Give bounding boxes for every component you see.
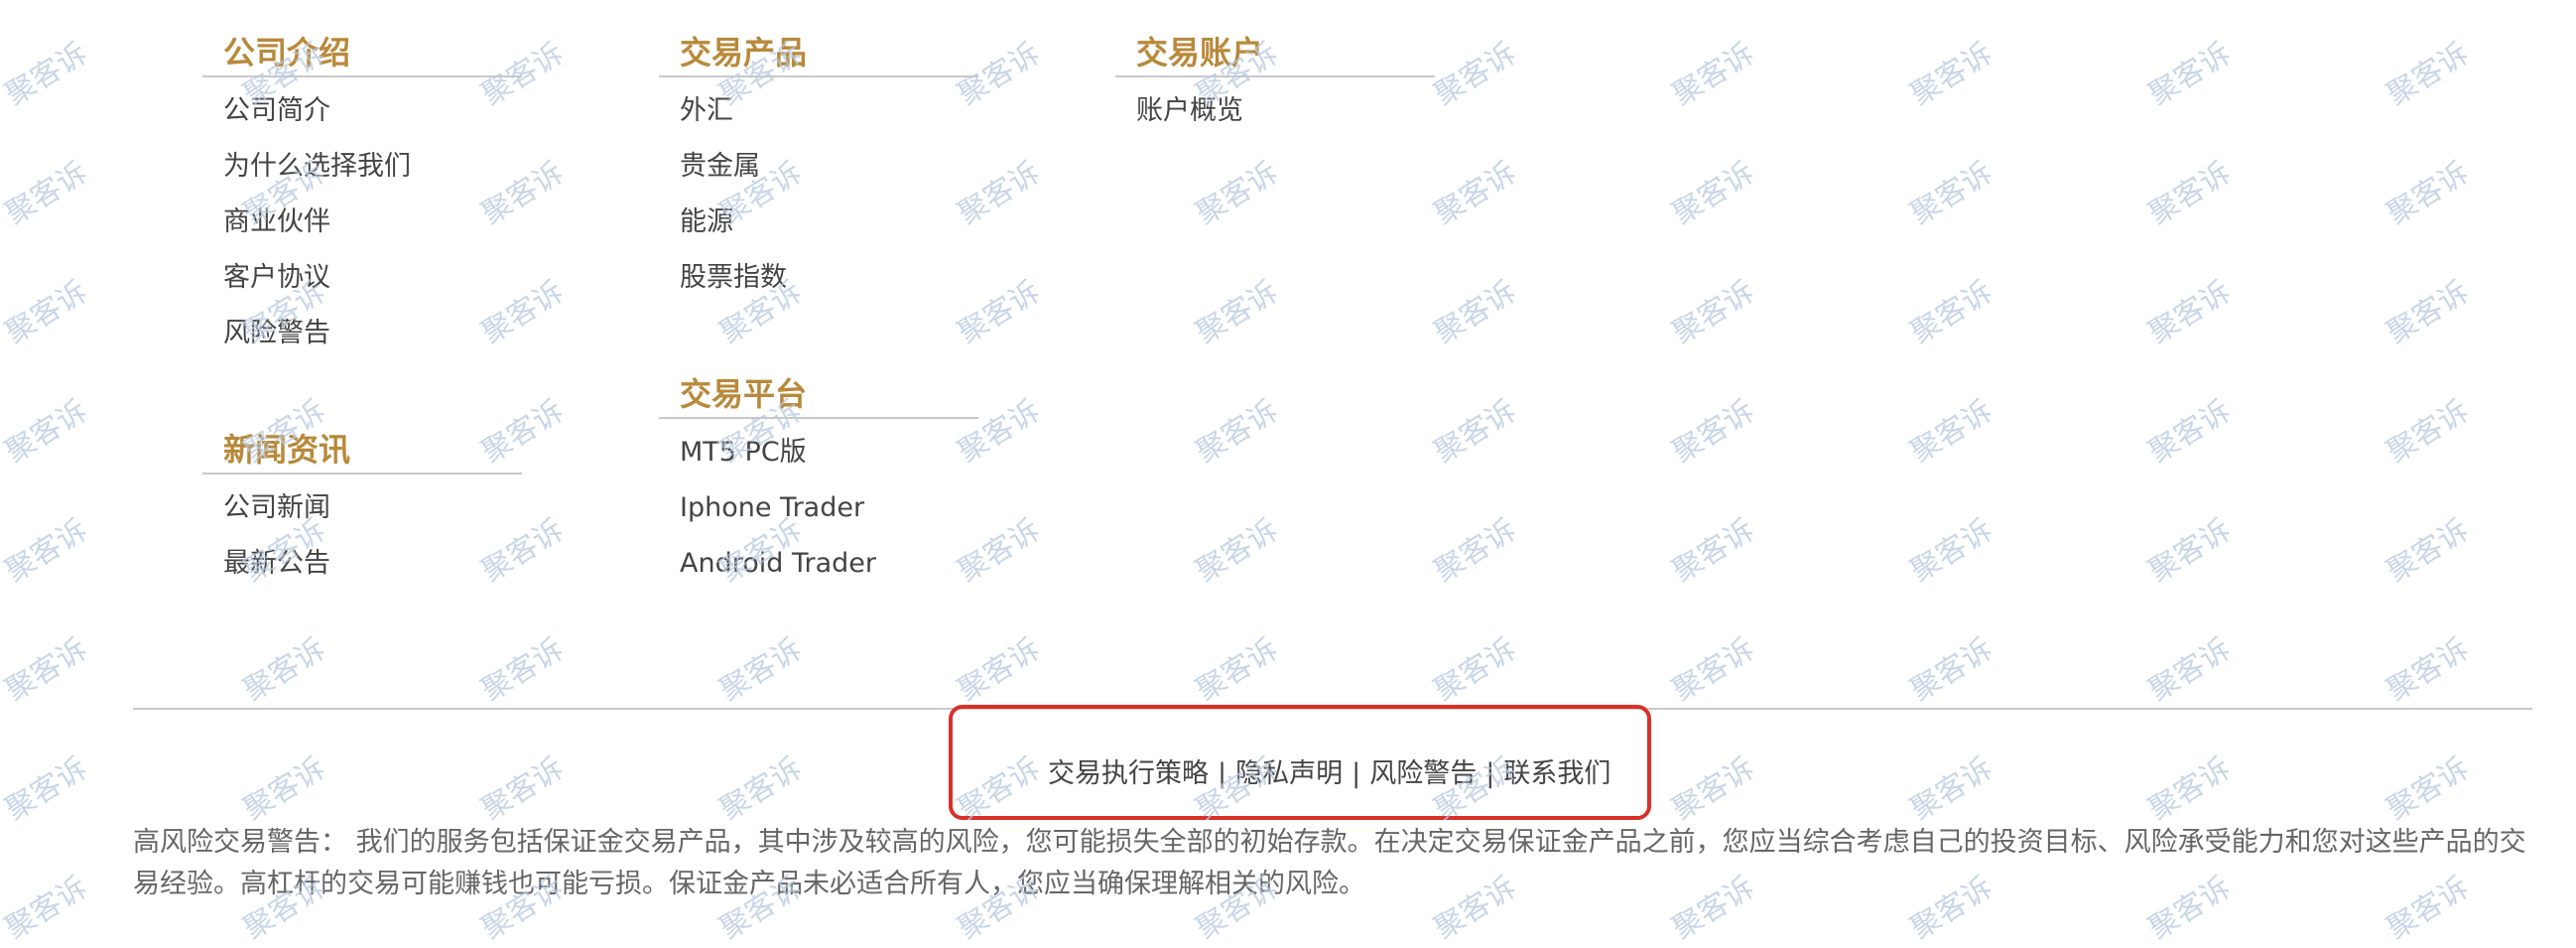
watermark-text: 聚客诉 [1666, 274, 1761, 351]
link-contact-us[interactable]: 联系我们 [1503, 758, 1610, 789]
link-business-partners[interactable]: 商业伙伴 [223, 195, 522, 250]
section-news: 新闻资讯 公司新闻 最新公告 [202, 425, 522, 592]
watermark-text: 聚客诉 [1904, 274, 1999, 351]
footer-column-accounts: 交易账户 账户概览 [1115, 28, 1435, 139]
watermark-text: 聚客诉 [1428, 36, 1523, 113]
watermark-text: 聚客诉 [1904, 631, 1999, 709]
watermark-text: 聚客诉 [1904, 750, 1999, 828]
watermark-text: 聚客诉 [2142, 36, 2238, 113]
watermark-text: 聚客诉 [237, 750, 332, 828]
watermark-text: 聚客诉 [1904, 393, 1999, 471]
link-separator: | [1218, 758, 1227, 789]
watermark-text: 聚客诉 [1904, 155, 1999, 232]
watermark-text: 聚客诉 [2381, 393, 2476, 471]
watermark-text: 聚客诉 [1666, 512, 1761, 590]
watermark-text: 聚客诉 [952, 631, 1047, 709]
watermark-text: 聚客诉 [0, 393, 94, 471]
watermark-text: 聚客诉 [2142, 631, 2238, 709]
watermark-text: 聚客诉 [1428, 274, 1523, 351]
watermark-text: 聚客诉 [1190, 512, 1285, 590]
watermark-text: 聚客诉 [2142, 155, 2238, 232]
watermark-text: 聚客诉 [1666, 631, 1761, 709]
link-latest-announcements[interactable]: 最新公告 [223, 536, 522, 592]
link-company-news[interactable]: 公司新闻 [223, 480, 522, 536]
section-title-company-intro: 公司介绍 [202, 28, 522, 77]
link-separator: | [1485, 758, 1495, 789]
risk-warning-text: 高风险交易警告： 我们的服务包括保证金交易产品，其中涉及较高的风险，您可能损失全… [133, 827, 2526, 899]
section-company-intro: 公司介绍 公司简介 为什么选择我们 商业伙伴 客户协议 风险警告 [202, 28, 522, 361]
section-title-trading-accounts: 交易账户 [1115, 28, 1435, 77]
watermark-text: 聚客诉 [2142, 750, 2238, 828]
watermark-text: 聚客诉 [0, 750, 94, 828]
watermark-text: 聚客诉 [1666, 750, 1761, 828]
watermark-text: 聚客诉 [1904, 512, 1999, 590]
section-title-news: 新闻资讯 [202, 425, 522, 474]
watermark-text: 聚客诉 [2142, 393, 2238, 471]
link-footer-risk-warning[interactable]: 风险警告 [1369, 758, 1477, 789]
watermark-text: 聚客诉 [1428, 631, 1523, 709]
footer-column-company: 公司介绍 公司简介 为什么选择我们 商业伙伴 客户协议 风险警告 新闻资讯 公司… [202, 28, 522, 592]
watermark-text: 聚客诉 [0, 155, 94, 232]
link-separator: | [1352, 758, 1361, 789]
watermark-text: 聚客诉 [1428, 393, 1523, 471]
watermark-text: 聚客诉 [1190, 393, 1285, 471]
footer-column-products: 交易产品 外汇 贵金属 能源 股票指数 交易平台 MT5 PC版 Iphone … [659, 28, 978, 592]
watermark-text: 聚客诉 [0, 36, 94, 113]
link-iphone-trader[interactable]: Iphone Trader [680, 480, 978, 536]
watermark-text: 聚客诉 [1190, 631, 1285, 709]
watermark-text: 聚客诉 [2381, 631, 2476, 709]
link-precious-metals[interactable]: 贵金属 [680, 139, 978, 195]
link-client-agreement[interactable]: 客户协议 [223, 250, 522, 306]
watermark-text: 聚客诉 [1428, 155, 1523, 232]
watermark-text: 聚客诉 [2142, 512, 2238, 590]
link-company-profile[interactable]: 公司简介 [223, 83, 522, 139]
watermark-text: 聚客诉 [713, 750, 809, 828]
watermark-text: 聚客诉 [237, 631, 332, 709]
link-account-overview[interactable]: 账户概览 [1136, 83, 1435, 139]
watermark-text: 聚客诉 [1428, 512, 1523, 590]
section-trading-products: 交易产品 外汇 贵金属 能源 股票指数 [659, 28, 978, 306]
section-trading-accounts: 交易账户 账户概览 [1115, 28, 1435, 139]
link-stock-indices[interactable]: 股票指数 [680, 250, 978, 306]
link-risk-warning[interactable]: 风险警告 [223, 306, 522, 361]
section-trading-platforms: 交易平台 MT5 PC版 Iphone Trader Android Trade… [659, 369, 978, 592]
link-privacy-statement[interactable]: 隐私声明 [1235, 758, 1343, 789]
watermark-text: 聚客诉 [475, 750, 571, 828]
section-title-trading-platforms: 交易平台 [659, 369, 978, 419]
watermark-text: 聚客诉 [1666, 36, 1761, 113]
footer-legal-links: 交易执行策略 | 隐私声明 | 风险警告 | 联系我们 [1048, 752, 1610, 796]
watermark-text: 聚客诉 [2381, 750, 2476, 828]
link-forex[interactable]: 外汇 [680, 83, 978, 139]
watermark-text: 聚客诉 [713, 631, 809, 709]
link-android-trader[interactable]: Android Trader [680, 536, 978, 592]
watermark-text: 聚客诉 [0, 512, 94, 590]
watermark-text: 聚客诉 [0, 631, 94, 709]
watermark-text: 聚客诉 [1904, 36, 1999, 113]
watermark-text: 聚客诉 [1190, 274, 1285, 351]
watermark-text: 聚客诉 [1666, 155, 1761, 232]
link-why-choose-us[interactable]: 为什么选择我们 [223, 139, 522, 195]
link-energy[interactable]: 能源 [680, 195, 978, 250]
watermark-text: 聚客诉 [2381, 36, 2476, 113]
watermark-text: 聚客诉 [2381, 512, 2476, 590]
watermark-text: 聚客诉 [1666, 393, 1761, 471]
watermark-text: 聚客诉 [0, 870, 94, 947]
link-execution-policy[interactable]: 交易执行策略 [1048, 758, 1209, 789]
watermark-text: 聚客诉 [475, 631, 571, 709]
link-mt5-pc[interactable]: MT5 PC版 [680, 425, 978, 480]
watermark-text: 聚客诉 [0, 274, 94, 351]
watermark-text: 聚客诉 [2381, 155, 2476, 232]
watermark-text: 聚客诉 [2142, 274, 2238, 351]
watermark-text: 聚客诉 [1190, 155, 1285, 232]
section-title-trading-products: 交易产品 [659, 28, 978, 77]
watermark-text: 聚客诉 [2381, 274, 2476, 351]
